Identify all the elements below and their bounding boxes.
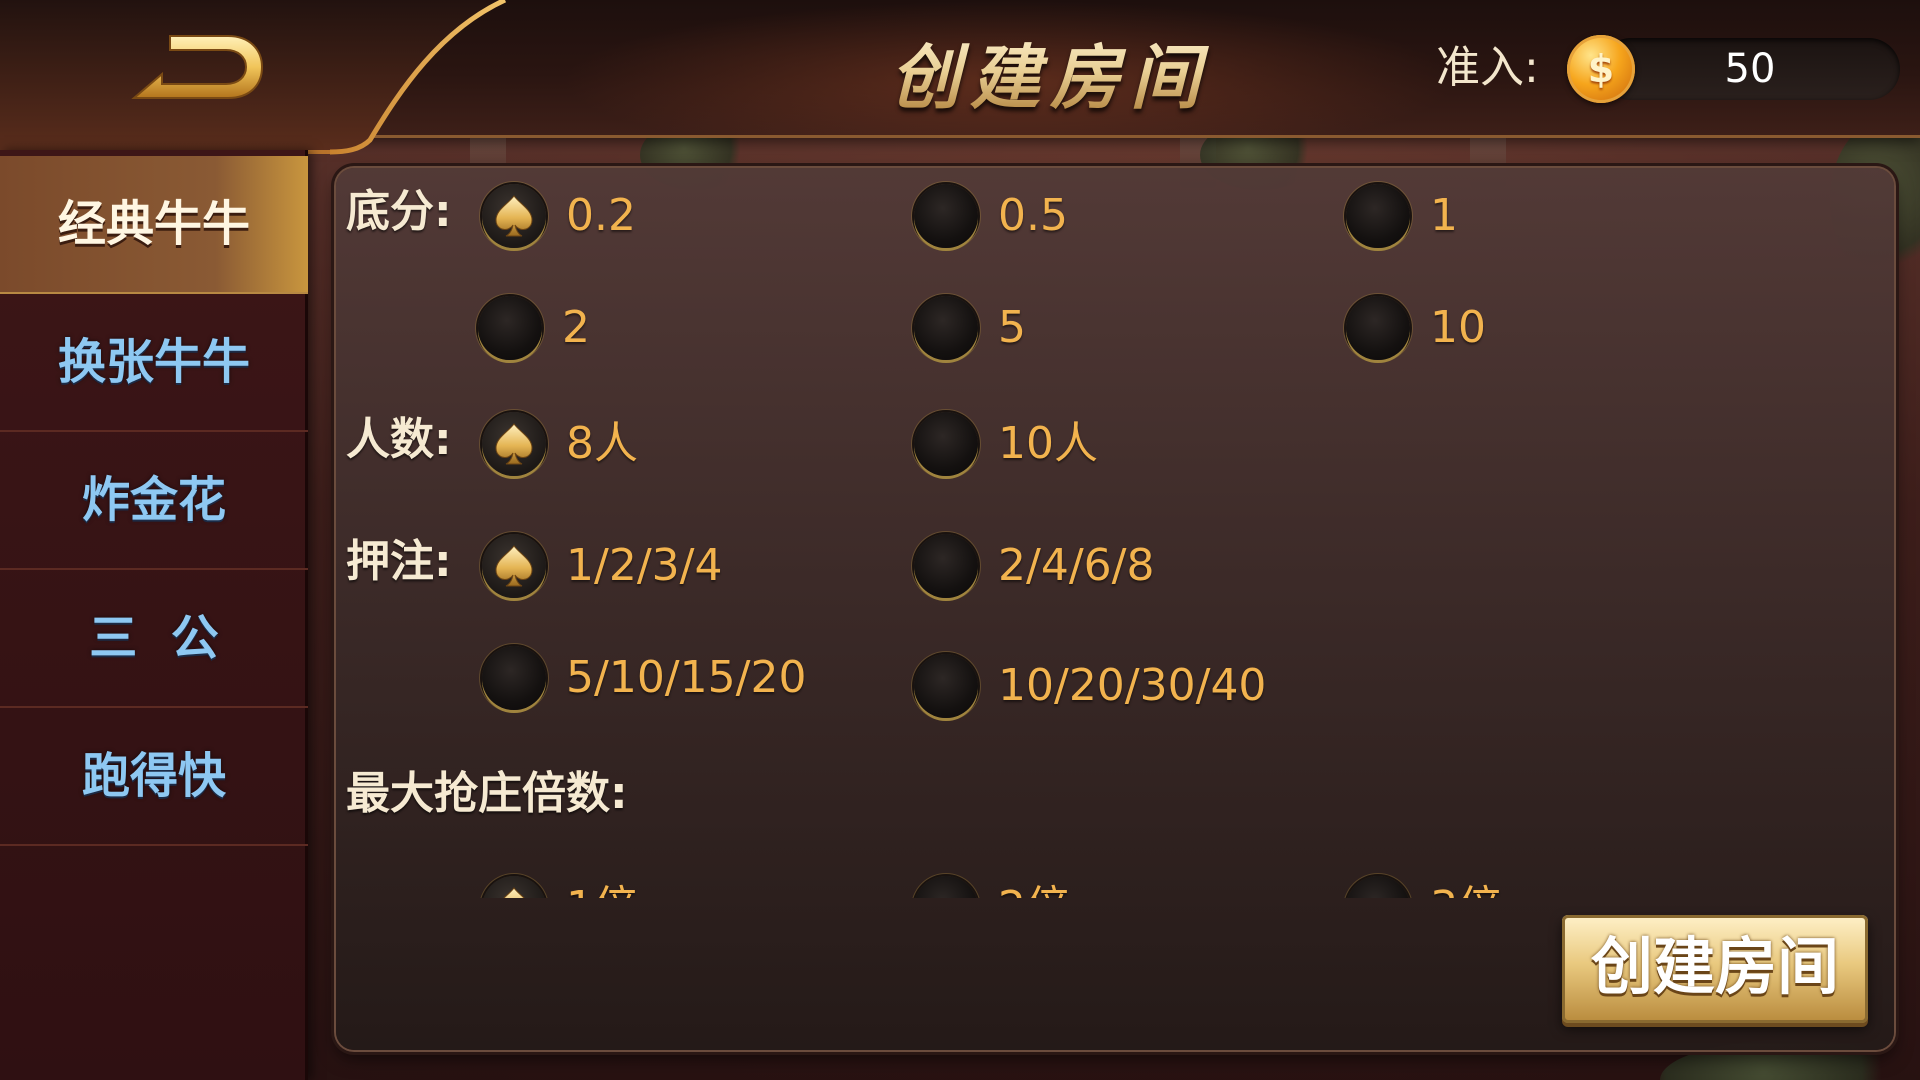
option-text: 10 (1430, 302, 1486, 353)
max-banker-multiplier-label: 最大抢庄倍数: (346, 768, 628, 819)
base-score-option-0-2[interactable]: 0.2 (482, 184, 742, 254)
back-arrow-icon (131, 35, 264, 99)
game-screen: 创建房间 准入: $ 50 经典牛牛 换张牛牛 炸金花 三 公 跑得快 底分: … (0, 0, 1920, 1080)
players-label: 人数: (346, 414, 452, 465)
base-score-label: 底分: (346, 186, 452, 237)
bet-label: 押注: (346, 536, 452, 587)
tab-swap-niuniu[interactable]: 换张牛牛 (0, 294, 308, 432)
bet-option-10-20-30-40[interactable]: 10/20/30/40 (914, 654, 1314, 724)
option-text: 1倍 (566, 876, 638, 898)
spade-icon (495, 887, 533, 898)
spade-icon (495, 195, 533, 237)
tab-label: 换张牛牛 (57, 334, 250, 390)
radio-unselected-icon (914, 654, 978, 718)
radio-unselected-icon (914, 296, 978, 360)
option-text: 5 (998, 302, 1026, 353)
bet-option-5-10-15-20[interactable]: 5/10/15/20 (482, 646, 862, 716)
option-text: 10/20/30/40 (998, 660, 1267, 711)
radio-unselected-icon (914, 412, 978, 476)
coin-symbol: $ (1587, 47, 1615, 91)
players-option-8[interactable]: 8人 (482, 412, 742, 482)
entry-requirement-label: 准入: (1436, 42, 1539, 93)
radio-selected-spade-icon (482, 184, 546, 248)
create-room-button-label: 创建房间 (1590, 930, 1839, 1003)
tab-zhajinhua[interactable]: 炸金花 (0, 432, 308, 570)
multiplier-option-3x[interactable]: 3倍 (1346, 876, 1606, 898)
option-text: 1 (1430, 190, 1458, 241)
tab-label: 跑得快 (81, 748, 226, 804)
multiplier-option-2x[interactable]: 2倍 (914, 876, 1174, 898)
radio-unselected-icon (914, 184, 978, 248)
page-title: 创建房间 (760, 22, 1340, 119)
radio-unselected-icon (482, 646, 546, 710)
create-room-button[interactable]: 创建房间 (1562, 915, 1868, 1023)
base-score-option-2[interactable]: 2 (478, 296, 738, 366)
radio-selected-spade-icon (482, 876, 546, 898)
option-text: 5/10/15/20 (566, 652, 807, 703)
base-score-option-10[interactable]: 10 (1346, 296, 1606, 366)
tab-label: 经典牛牛 (57, 196, 250, 252)
option-text: 1/2/3/4 (566, 540, 723, 591)
radio-unselected-icon (914, 534, 978, 598)
tab-paodekuai[interactable]: 跑得快 (0, 708, 308, 846)
base-score-option-1[interactable]: 1 (1346, 184, 1606, 254)
option-text: 10人 (998, 418, 1098, 469)
entry-coin-value: 50 (1724, 46, 1776, 92)
radio-unselected-icon (1346, 296, 1410, 360)
radio-unselected-icon (478, 296, 542, 360)
radio-unselected-icon (914, 876, 978, 898)
tab-label: 三 公 (89, 610, 219, 666)
tab-classic-niuniu[interactable]: 经典牛牛 (0, 156, 308, 294)
game-type-sidebar: 经典牛牛 换张牛牛 炸金花 三 公 跑得快 (0, 150, 308, 1080)
option-text: 3倍 (1430, 876, 1502, 898)
players-option-10[interactable]: 10人 (914, 412, 1174, 482)
spade-icon (495, 545, 533, 587)
bet-option-1-2-3-4[interactable]: 1/2/3/4 (482, 534, 802, 604)
bet-option-2-4-6-8[interactable]: 2/4/6/8 (914, 534, 1234, 604)
option-text: 2 (562, 302, 590, 353)
tab-label: 炸金花 (81, 472, 226, 528)
spade-icon (495, 423, 533, 465)
gold-coin-icon: $ (1567, 35, 1635, 103)
option-text: 0.2 (566, 190, 636, 241)
base-score-option-0-5[interactable]: 0.5 (914, 184, 1174, 254)
radio-selected-spade-icon (482, 534, 546, 598)
radio-unselected-icon (1346, 876, 1410, 898)
back-button[interactable] (120, 30, 270, 110)
option-text: 0.5 (998, 190, 1068, 241)
radio-selected-spade-icon (482, 412, 546, 476)
option-text: 2倍 (998, 876, 1070, 898)
radio-unselected-icon (1346, 184, 1410, 248)
tab-sangong[interactable]: 三 公 (0, 570, 308, 708)
option-text: 2/4/6/8 (998, 540, 1155, 591)
back-button-area (0, 0, 520, 160)
room-options-area: 底分: 0.2 0.5 1 2 5 10 人数: 8人 10人 押注: 1/2/… (336, 168, 1894, 898)
option-text: 8人 (566, 418, 638, 469)
base-score-option-5[interactable]: 5 (914, 296, 1174, 366)
multiplier-option-1x[interactable]: 1倍 (482, 876, 742, 898)
